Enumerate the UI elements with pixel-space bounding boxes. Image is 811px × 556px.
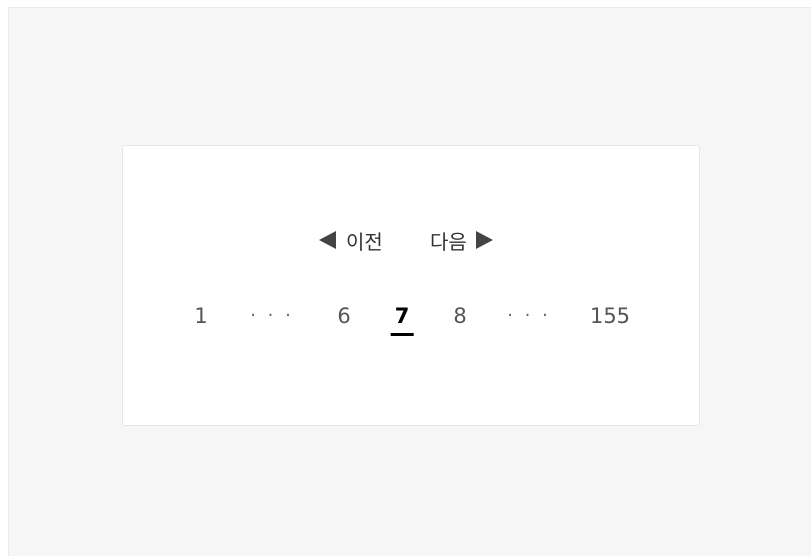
page-link-previous[interactable]: 6 — [337, 300, 350, 332]
next-label: 다음 — [430, 229, 467, 254]
triangle-right-icon — [475, 231, 493, 249]
page-link-current[interactable]: 7 — [390, 300, 414, 336]
next-button[interactable]: 다음 — [430, 226, 493, 254]
prev-button[interactable]: 이전 — [319, 226, 383, 254]
page-link-first[interactable]: 1 — [194, 300, 207, 332]
page-number-list: 1 · · · 6 7 8 · · · 155 — [123, 300, 699, 346]
prev-next-nav: 이전 다음 — [123, 226, 699, 254]
page-ellipsis-left[interactable]: · · · — [250, 300, 294, 332]
page-link-last[interactable]: 155 — [590, 300, 630, 332]
prev-label: 이전 — [346, 229, 383, 254]
triangle-left-icon — [319, 231, 336, 249]
page-link-next[interactable]: 8 — [453, 300, 466, 332]
page-background: 이전 다음 1 · · · 6 7 8 · · · 155 — [8, 7, 811, 556]
page-ellipsis-right[interactable]: · · · — [507, 300, 551, 332]
pagination-card: 이전 다음 1 · · · 6 7 8 · · · 155 — [122, 145, 700, 426]
